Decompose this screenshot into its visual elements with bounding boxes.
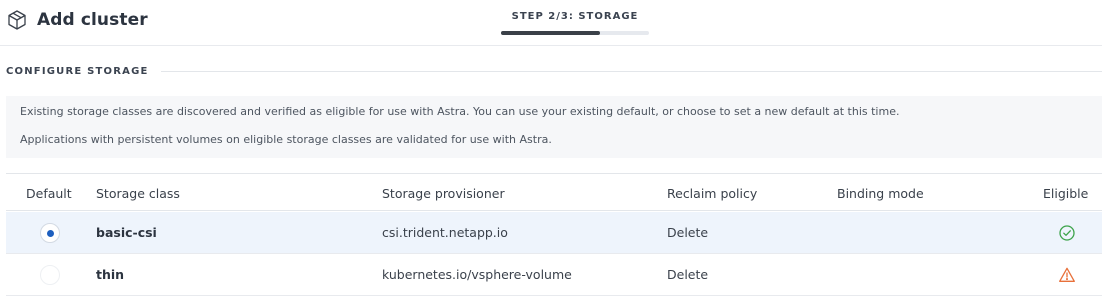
info-box: Existing storage classes are discovered …: [6, 96, 1102, 158]
column-header-storage-class[interactable]: Storage class: [96, 186, 180, 201]
page-title: Add cluster: [37, 10, 148, 30]
step-progress-bar: [501, 31, 649, 35]
step-indicator: STEP 2/3: STORAGE: [501, 11, 649, 35]
column-header-default: Default: [26, 186, 72, 201]
check-circle-icon: [1058, 224, 1076, 242]
page-header: Add cluster STEP 2/3: STORAGE: [0, 0, 1102, 46]
section-divider: [160, 71, 1102, 72]
column-header-provisioner[interactable]: Storage provisioner: [382, 186, 505, 201]
step-label: STEP 2/3: STORAGE: [511, 11, 639, 22]
info-text-1: Existing storage classes are discovered …: [20, 105, 900, 118]
storage-class-cell: thin: [96, 267, 125, 282]
storage-class-cell: basic-csi: [96, 225, 157, 240]
column-header-eligible[interactable]: Eligible: [1043, 186, 1088, 201]
provisioner-cell: csi.trident.netapp.io: [382, 225, 508, 240]
table-header: Default Storage class Storage provisione…: [6, 174, 1102, 211]
section-title: CONFIGURE STORAGE: [6, 66, 149, 77]
default-radio[interactable]: [40, 223, 60, 243]
column-header-reclaim-policy[interactable]: Reclaim policy: [667, 186, 757, 201]
step-progress-fill: [501, 31, 600, 35]
info-text-2: Applications with persistent volumes on …: [20, 133, 552, 146]
reclaim-policy-cell: Delete: [667, 267, 709, 282]
table-row[interactable]: basic-csi csi.trident.netapp.io Delete: [6, 212, 1102, 254]
section-header: CONFIGURE STORAGE: [6, 66, 1102, 77]
storage-class-table: Default Storage class Storage provisione…: [6, 173, 1102, 299]
reclaim-policy-cell: Delete: [667, 225, 709, 240]
column-header-binding-mode[interactable]: Binding mode: [837, 186, 924, 201]
cube-icon: [6, 9, 28, 31]
table-row[interactable]: thin kubernetes.io/vsphere-volume Delete: [6, 254, 1102, 296]
title-group: Add cluster: [6, 9, 148, 31]
default-radio[interactable]: [40, 265, 60, 285]
warning-triangle-icon: [1058, 266, 1076, 284]
provisioner-cell: kubernetes.io/vsphere-volume: [382, 267, 572, 282]
